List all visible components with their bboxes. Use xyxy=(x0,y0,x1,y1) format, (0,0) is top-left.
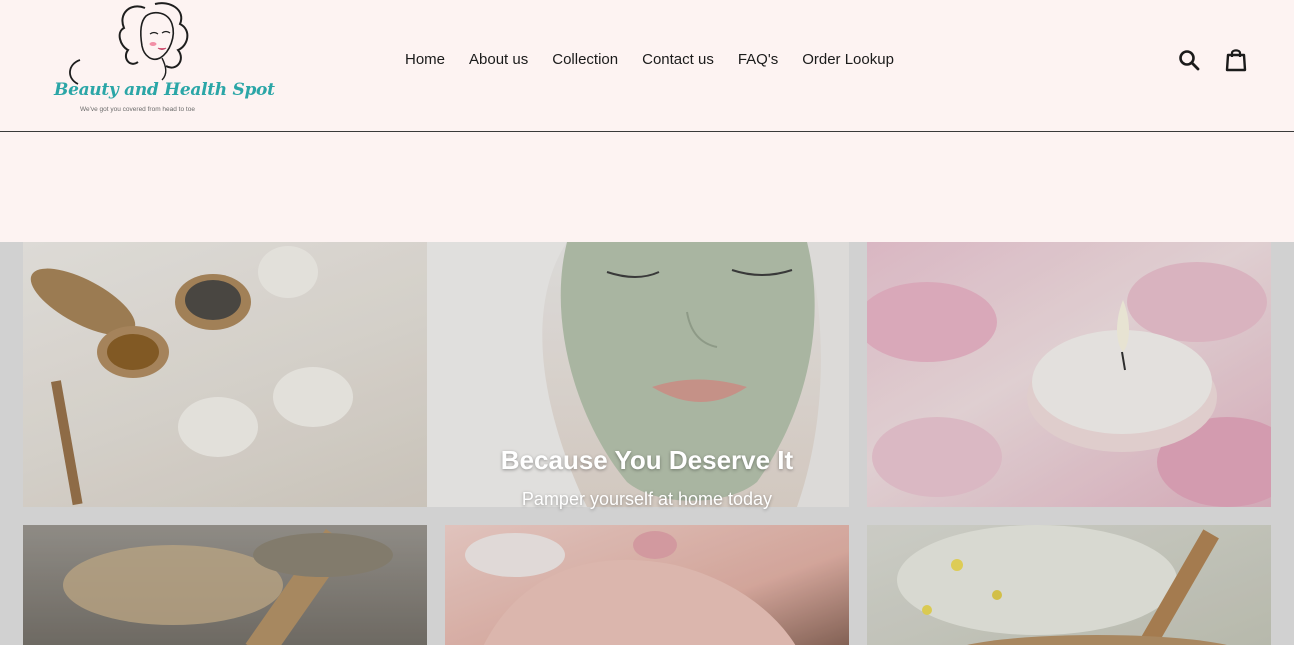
hero-title: Because You Deserve It xyxy=(500,445,794,475)
search-button[interactable] xyxy=(1174,45,1204,75)
nav-about-us[interactable]: About us xyxy=(457,49,540,71)
logo-illustration xyxy=(69,2,189,85)
hero-overlay xyxy=(0,242,1294,645)
logo-tagline: We've got you covered from head to toe xyxy=(80,106,195,113)
brand-logo[interactable]: Beauty and Health Spot We've got you cov… xyxy=(50,0,275,122)
hero-subtitle: Pamper yourself at home today xyxy=(521,489,773,509)
nav-home[interactable]: Home xyxy=(393,49,457,71)
site-header: Beauty and Health Spot We've got you cov… xyxy=(0,0,1294,132)
nav-order-lookup[interactable]: Order Lookup xyxy=(790,49,906,71)
nav-faqs[interactable]: FAQ's xyxy=(726,49,790,71)
nav-contact-us[interactable]: Contact us xyxy=(630,49,726,71)
cart-button[interactable] xyxy=(1221,45,1251,75)
nav-collection[interactable]: Collection xyxy=(540,49,630,71)
hero-banner: Because You Deserve It Pamper yourself a… xyxy=(0,242,1294,645)
main-nav: Home About us Collection Contact us FAQ'… xyxy=(393,49,906,71)
search-icon xyxy=(1179,50,1200,71)
logo-brand-text: Beauty and Health Spot xyxy=(54,80,275,100)
cart-icon xyxy=(1225,49,1247,72)
header-spacer xyxy=(0,132,1294,242)
